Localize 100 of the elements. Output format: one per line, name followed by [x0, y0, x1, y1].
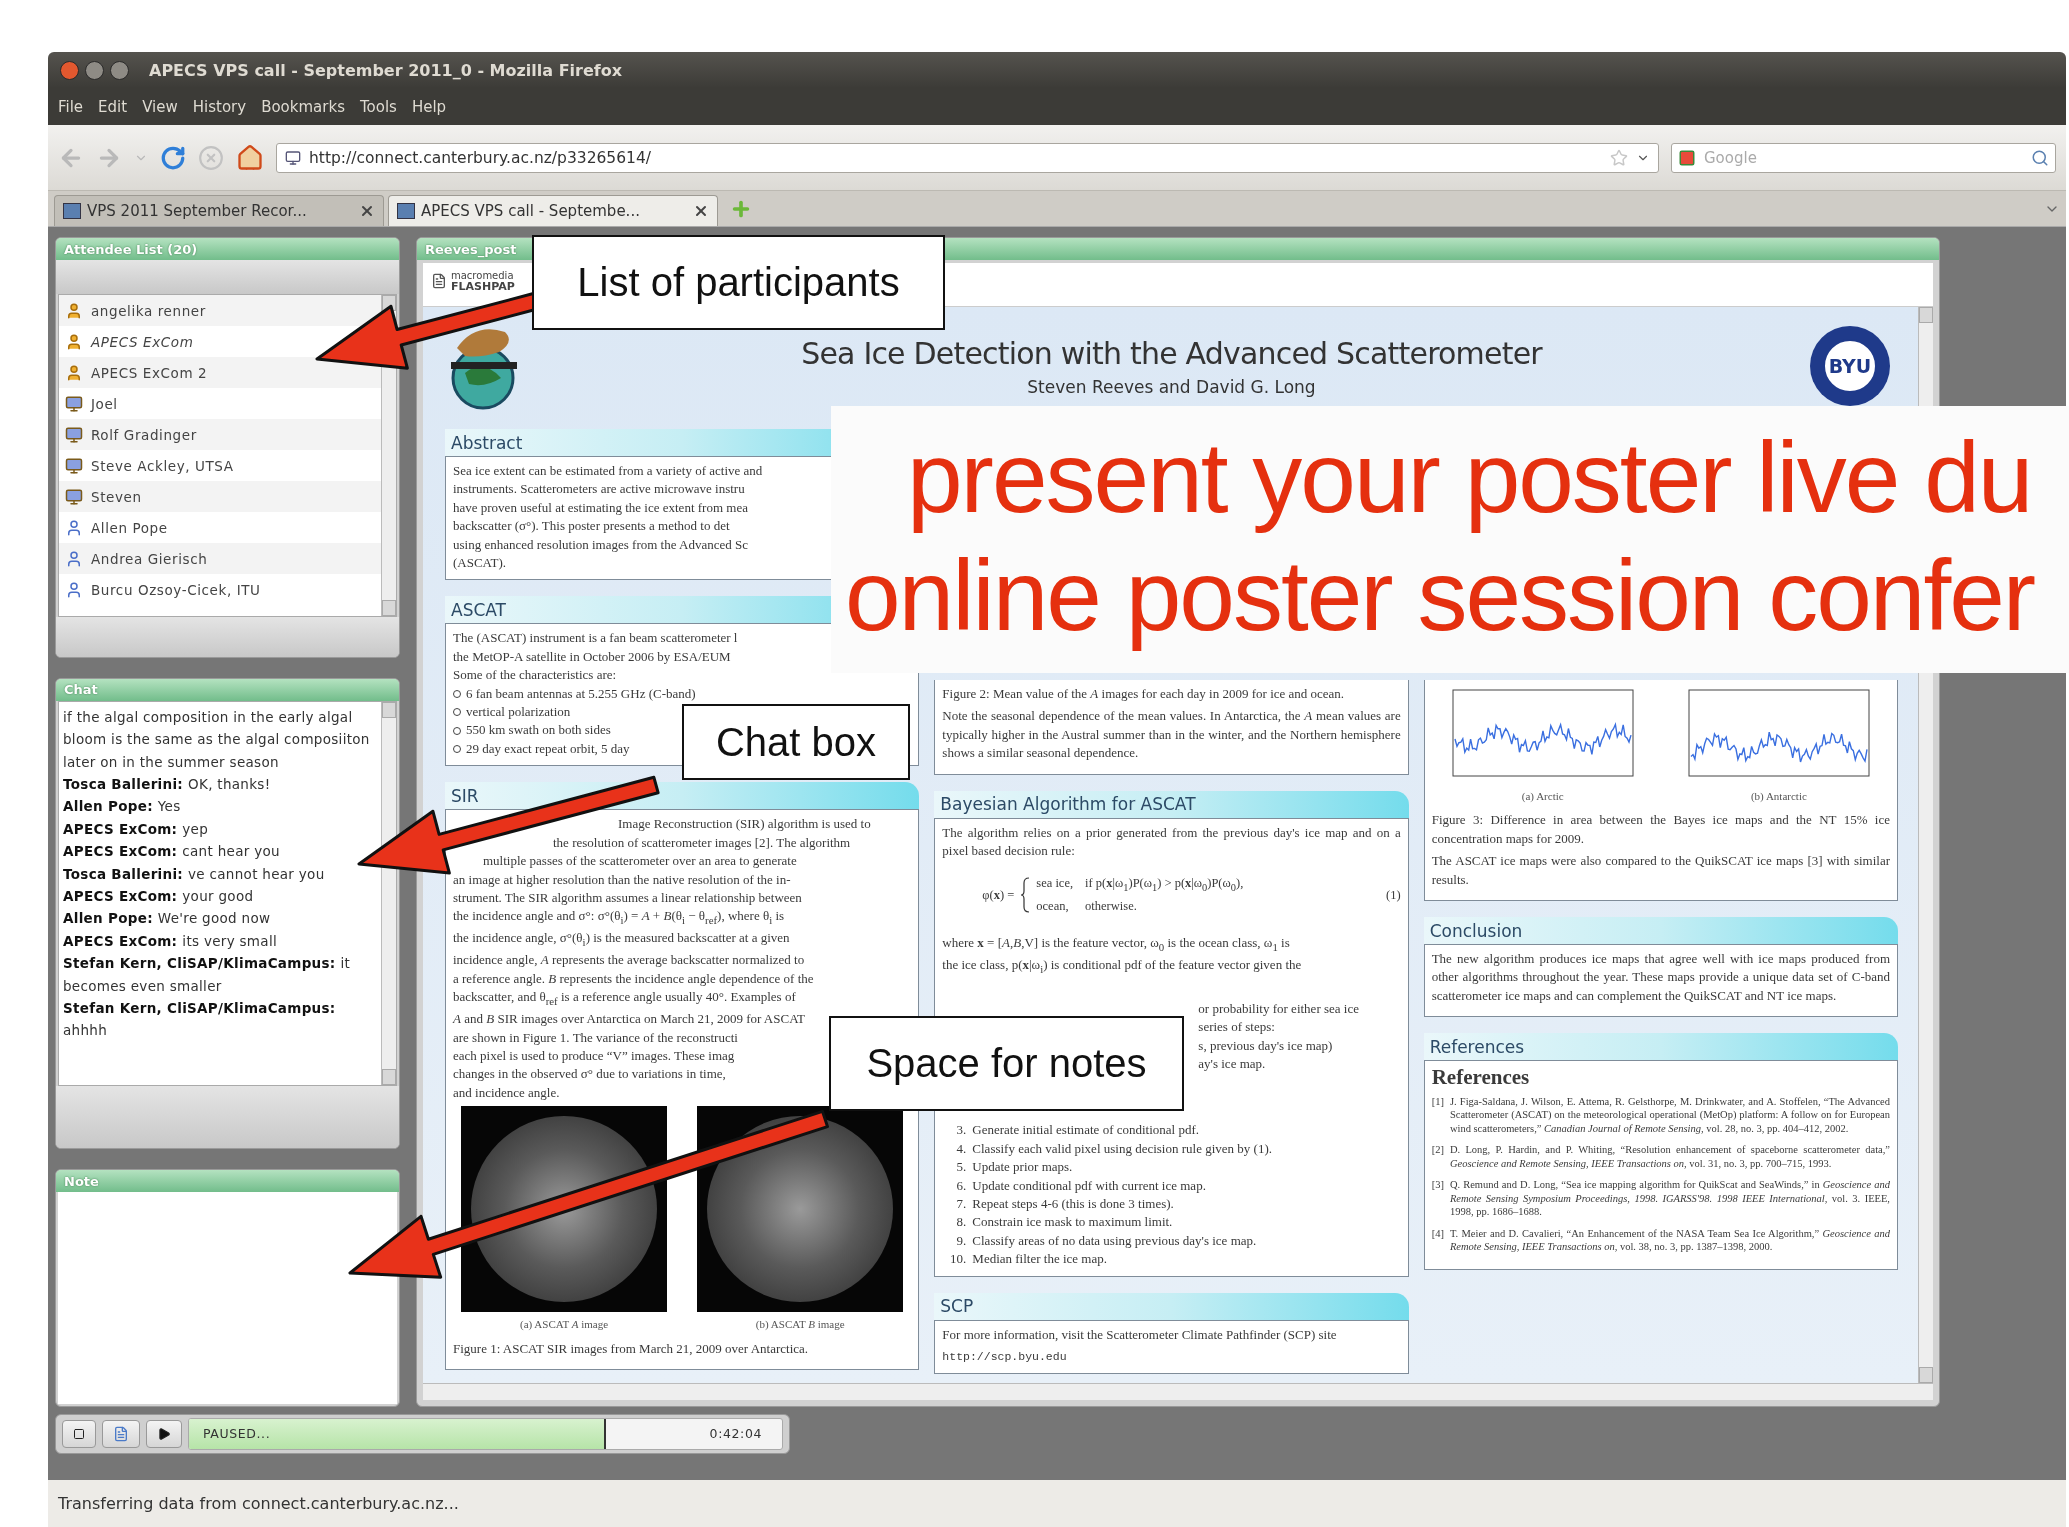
status-text: Transferring data from connect.canterbury.ac.nz...: [48, 1480, 2066, 1527]
step-text: Generate initial estimate of conditional pdf.: [972, 1121, 1200, 1140]
poster-text-line: ay's ice map.: [1198, 1054, 1266, 1073]
poster-text-line: changes in the observed σ° due to variations in time,: [453, 1065, 726, 1084]
presenter-screen-icon: [65, 487, 83, 506]
poster-title: Sea Ice Detection with the Advanced Scatterometer: [801, 335, 1542, 371]
stop-button[interactable]: [62, 1420, 96, 1448]
export-button[interactable]: [102, 1420, 140, 1448]
home-icon[interactable]: [236, 143, 264, 172]
bullet-text: vertical polarization: [466, 703, 571, 722]
user-icon: [65, 580, 83, 599]
poster-text-line: the resolution of scatterometer images [2]. The algorithm: [553, 833, 851, 852]
poster-text-line: an image at higher resolution than the native resolution of the in-: [453, 870, 791, 889]
attendee-name[interactable]: Andrea Gierisch: [91, 550, 208, 567]
address-field[interactable]: http://connect.canterbury.ac.nz/p33265614/: [276, 142, 1659, 173]
window-title: APECS VPS call - September 2011_0 - Mozilla Firefox: [149, 60, 623, 80]
page-icon: [397, 203, 415, 219]
section-heading: Conclusion: [1423, 917, 1898, 945]
attendee-name[interactable]: Burcu Ozsoy-Cicek, ITU: [91, 581, 261, 598]
play-button[interactable]: [146, 1420, 182, 1448]
section-heading: Bayesian Algorithm for ASCAT: [934, 790, 1409, 818]
poster-text-line: backscatter (σ°). This poster presents a method to det: [453, 517, 730, 536]
section-heading: References: [1423, 1033, 1898, 1061]
browser-tab[interactable]: VPS 2011 September Recor...: [54, 195, 384, 226]
section-heading: SCP: [934, 1292, 1409, 1320]
bullet-text: 29 day exact repeat orbit, 5 day: [466, 739, 630, 758]
close-icon[interactable]: [359, 203, 375, 219]
host-user-icon: [65, 332, 83, 351]
attendee-name[interactable]: Steven: [91, 488, 142, 505]
attendee-name[interactable]: angelika renner: [91, 302, 206, 319]
equation-lhs: φ(x) =: [982, 886, 1015, 904]
chat-message: Allen Pope: Yes: [63, 797, 182, 817]
figure-caption: Figure 3: Difference in area between the Bayes ice maps and the NT 15% ice concentration maps for 2009.: [1431, 811, 1890, 848]
chat-message: APECS ExCom: your good: [63, 887, 255, 906]
step-text: Constrain ice mask to maximum limit.: [972, 1213, 1173, 1232]
user-icon: [65, 549, 83, 568]
menu-item[interactable]: Tools: [359, 97, 397, 116]
image-caption: (a) ASCAT A image: [520, 1317, 609, 1333]
poster-text-line: strument. The SIR algorithm assumes a linear relationship between: [453, 888, 802, 907]
step-text: Median filter the ice map.: [972, 1250, 1107, 1269]
viewer-product: FLASHPAP: [451, 280, 515, 292]
step-number: 3.: [955, 1121, 967, 1140]
progress-track[interactable]: PAUSED... 0:42:04: [188, 1418, 783, 1450]
bookmark-star-icon[interactable]: [1610, 148, 1628, 167]
attendee-name[interactable]: Rolf Gradinger: [91, 426, 197, 443]
attendee-name[interactable]: APECS ExCom: [91, 333, 194, 350]
step-text: Update conditional pdf with current ice map.: [972, 1176, 1206, 1195]
attendee-name[interactable]: Allen Pope: [91, 519, 168, 536]
minimize-button[interactable]: [85, 60, 104, 80]
panel-title: Chat: [56, 678, 399, 701]
poster-paragraph: Figure 2: Mean value of the A images for each day in 2009 for ice and ocean.: [942, 685, 1346, 703]
menu-item[interactable]: Bookmarks: [261, 97, 345, 116]
menu-item[interactable]: Edit: [98, 97, 128, 116]
viewer-brand: macromedia: [451, 269, 515, 281]
step-text: Classify each valid pixel using decision rule given by (1).: [972, 1139, 1272, 1158]
poster-text-line: the ice class, p(x|ω$_{i}$) is conditional pdf of the feature vector given the: [942, 955, 1302, 977]
attendee-name[interactable]: Joel: [91, 395, 118, 412]
scroll-down-button[interactable]: [382, 599, 396, 616]
playback-status: PAUSED...: [203, 1426, 271, 1441]
reload-icon[interactable]: [160, 144, 186, 171]
panel-title: Note: [56, 1170, 399, 1193]
reference-number: [4]: [1431, 1226, 1444, 1241]
close-icon[interactable]: [693, 203, 709, 219]
host-user-icon: [65, 301, 83, 320]
search-icon[interactable]: [2031, 148, 2049, 167]
step-number: 7.: [955, 1195, 967, 1213]
callout-label: Space for notes: [829, 1016, 1184, 1111]
menu-item[interactable]: View: [142, 97, 178, 116]
step-number: 4.: [955, 1139, 967, 1158]
poster-text-line: s, previous day's ice map): [1198, 1036, 1333, 1055]
scrollbar[interactable]: [381, 701, 396, 1086]
reference-number: [3]: [1431, 1178, 1444, 1193]
menu-item[interactable]: File: [58, 97, 84, 116]
poster-text-line: Image Reconstruction (SIR) algorithm is used to: [618, 815, 871, 834]
scrollbar[interactable]: [423, 1383, 1933, 1400]
poster-text-line: instruments. Scatterometers are active microwave instru: [453, 480, 745, 499]
step-number: 8.: [955, 1213, 967, 1232]
brace-icon: [1020, 877, 1031, 914]
equation-case: ocean,: [1036, 898, 1070, 916]
menu-item[interactable]: Help: [411, 97, 447, 116]
close-button[interactable]: [60, 60, 79, 80]
equation-case: sea ice,: [1036, 875, 1074, 893]
play-icon: [157, 1427, 171, 1441]
attendee-name[interactable]: APECS ExCom 2: [91, 364, 208, 381]
search-field[interactable]: Google: [1671, 142, 2056, 173]
reference-number: [1]: [1431, 1094, 1444, 1109]
site-link[interactable]: http://scp.byu.edu: [942, 1348, 1067, 1367]
poster-text-line: Sea ice extent can be estimated from a variety of active and: [453, 462, 763, 480]
browser-tab[interactable]: APECS VPS call - Septembe...: [388, 195, 718, 226]
poster-text-line: (ASCAT).: [453, 554, 507, 573]
menu-item[interactable]: History: [192, 97, 247, 116]
chat-message: Stefan Kern, CliSAP/KlimaCampus: it becomes even smaller: [63, 954, 352, 996]
document-icon: [113, 1426, 129, 1442]
poster-paragraph: For more information, visit the Scatterometer Climate Pathfinder (SCP) site: [942, 1325, 1338, 1344]
maximize-button[interactable]: [110, 60, 129, 80]
references-title: References: [1431, 1068, 1530, 1087]
bullet-text: 550 km swath on both sides: [466, 721, 611, 740]
attendee-name[interactable]: Steve Ackley, UTSA: [91, 457, 234, 474]
poster-authors: Steven Reeves and David G. Long: [1027, 376, 1316, 397]
viewer-logo-icon: [431, 272, 447, 289]
